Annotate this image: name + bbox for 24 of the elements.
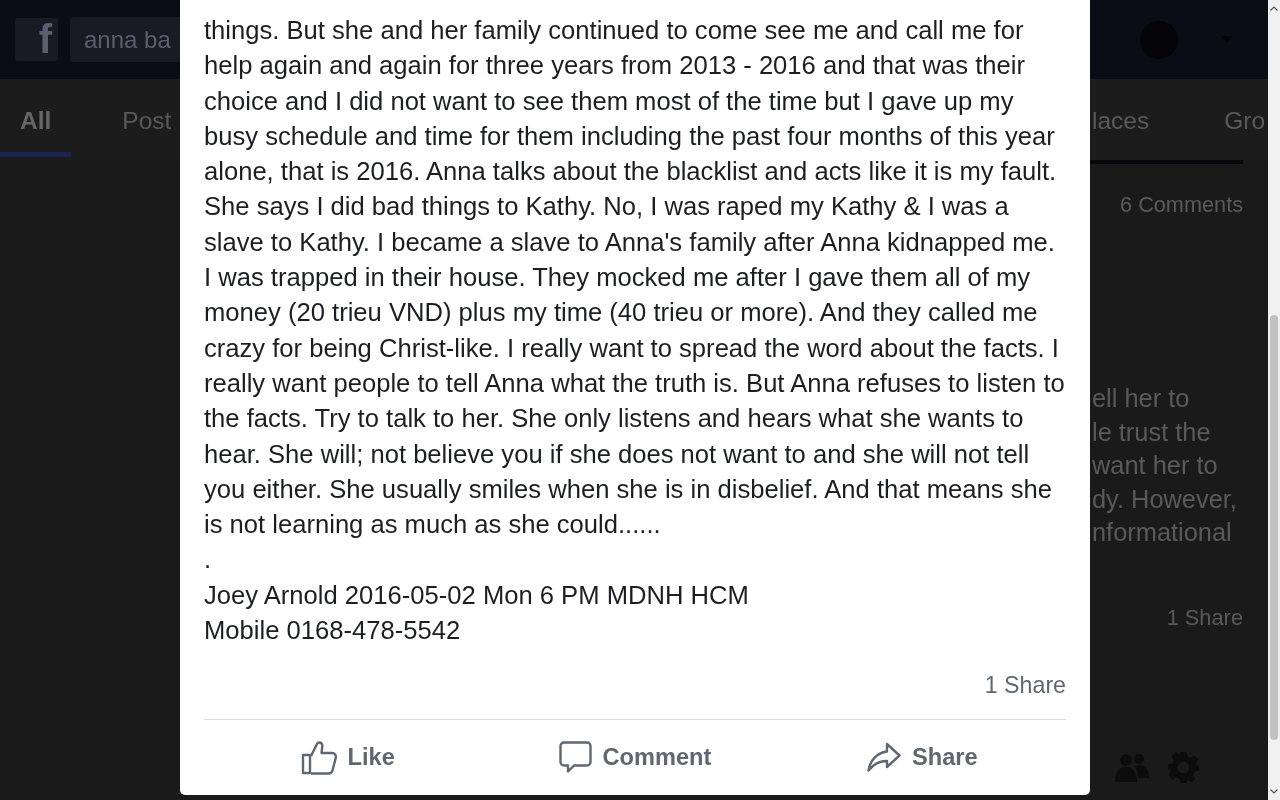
scroll-up-icon[interactable] bbox=[1270, 6, 1278, 11]
tab[interactable]: Post bbox=[102, 79, 176, 157]
tab[interactable]: All bbox=[0, 79, 72, 157]
share-count[interactable]: 1 Share bbox=[984, 670, 1066, 701]
comment-button[interactable]: Comment bbox=[558, 741, 712, 774]
tab[interactable]: laces bbox=[1092, 79, 1150, 157]
like-button[interactable]: Like bbox=[300, 739, 395, 775]
speech-bubble-icon bbox=[558, 741, 592, 774]
search-field[interactable]: anna ba bbox=[70, 17, 180, 62]
post-paragraph: things. But she and her family continued to come see me and call me for help again and again for three years from 2013 - 2016 and that was their choice and I did not want to see them most of the time but I gave up my busy schedule and time for them including the past four months of this year alone, that is 2016. Anna talks about the blacklist and acts like it is my fault. She says I did bad things to Kathy. No, I was raped my Kathy & I was a slave to Kathy. I became a slave to Anna's family after Anna kidnapped me. I was trapped in their house. They mocked me after I gave them all of my money (20 trieu VND) plus my time (40 trieu or more). And they called me crazy for being Christ-like. I really want to spread the word about the facts. I really want people to tell Anna what the truth is. But Anna refuses to listen to the facts. Try to talk to her. She only listens and hears what she wants to hear. She will; not believe you if she does not want to and she will not tell you either. She usually smiles when she is in disbelief. And that means she is not learning as much as she could...... bbox=[204, 15, 1066, 541]
thumbs-up-icon bbox=[300, 739, 337, 775]
tab[interactable]: Gro bbox=[1224, 79, 1266, 157]
comment-count[interactable]: 6 Comments bbox=[1120, 192, 1243, 218]
post-paragraph: . bbox=[204, 544, 213, 576]
scrollbar-thumb[interactable] bbox=[1270, 315, 1278, 740]
post-paragraph: Joey Arnold 2016-05-02 Mon 6 PM MDNH HCM bbox=[204, 579, 750, 611]
share-button[interactable]: Share bbox=[867, 742, 978, 773]
scrollbar[interactable] bbox=[1268, 0, 1280, 800]
post-paragraph: Mobile 0168-478-5542 bbox=[204, 615, 462, 647]
curved-arrow-icon bbox=[867, 742, 902, 773]
post-text: ell her to le trust the want her to dy. However, nformational bbox=[1091, 383, 1238, 548]
logo[interactable]: f bbox=[15, 18, 58, 61]
share-count[interactable]: 1 Share bbox=[1166, 604, 1243, 631]
scroll-down-icon[interactable] bbox=[1270, 789, 1278, 794]
